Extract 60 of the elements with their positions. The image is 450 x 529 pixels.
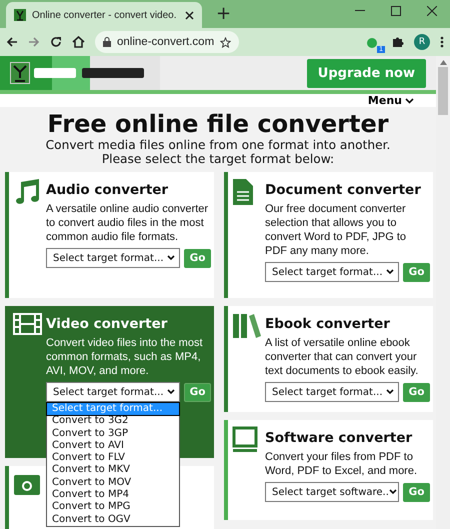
card-title: Video converter (46, 316, 168, 332)
format-select[interactable]: Select target format... (265, 382, 399, 402)
minimize-icon[interactable] (355, 10, 365, 12)
dropdown-option[interactable]: Convert to MP4 (47, 489, 179, 502)
dropdown-option[interactable]: Convert to MKV (47, 464, 179, 477)
lock-icon (103, 37, 111, 47)
profile-avatar[interactable]: R (414, 34, 430, 50)
dropdown-option[interactable]: Convert to FLV (47, 452, 179, 464)
card-title: Document converter (265, 182, 422, 198)
card-description: Convert your files from PDF to Word, PDF to Excel, and more. (265, 450, 418, 478)
page-title: Free online file converter (46, 110, 390, 138)
page-subtitle: Please select the target format below: (100, 152, 336, 166)
format-select[interactable]: Select target format... (265, 262, 399, 282)
format-select[interactable]: Select target format... (46, 248, 180, 268)
dropdown-option[interactable]: Convert to OGV (47, 514, 179, 526)
chevron-down-icon (167, 255, 175, 261)
camera-icon (13, 472, 41, 496)
scrollbar-thumb[interactable] (438, 67, 448, 115)
browser-tab[interactable]: Online converter - convert video. (6, 2, 202, 28)
scroll-up-arrow-icon[interactable] (440, 60, 446, 65)
format-select[interactable]: Select target software.. (265, 482, 399, 502)
new-tab-button[interactable]: + (216, 3, 232, 24)
computer-icon (232, 426, 258, 454)
card-description: A versatile online audio converter to convert audio files in the most common audio file formats. (46, 202, 210, 244)
dropdown-option[interactable]: Convert to AVI (47, 440, 179, 452)
dropdown-option[interactable]: Convert to MPG (47, 501, 179, 514)
card-description: A list of versatile online ebook converter that can convert your text documents to ebook easily. (265, 336, 420, 378)
card-title: Audio converter (46, 182, 170, 198)
dropdown-option[interactable]: Convert to 3GP (47, 428, 179, 440)
dropdown-option[interactable]: Convert to MOV (47, 476, 179, 490)
document-icon (232, 178, 254, 206)
chevron-down-icon (386, 389, 394, 395)
site-favicon-icon (14, 9, 26, 21)
film-strip-icon (13, 312, 42, 336)
reload-icon[interactable] (50, 36, 62, 48)
more-menu-icon[interactable] (440, 36, 444, 48)
chevron-down-icon (386, 269, 394, 275)
page-subtitle: Convert media files online from one format into another. (44, 138, 392, 152)
forward-arrow-icon[interactable] (28, 36, 40, 48)
format-select[interactable]: Select target format... (46, 382, 180, 402)
address-bar[interactable]: online-convert.com (95, 31, 240, 53)
puzzle-icon[interactable] (392, 36, 404, 48)
close-icon[interactable] (427, 6, 437, 16)
card-description: Convert video files into the most common formats, such as MP4, AVI, MOV, and more. (46, 336, 204, 378)
card-title: Software converter (265, 430, 414, 446)
star-icon[interactable] (220, 36, 232, 48)
menu-button[interactable]: Menu (368, 94, 414, 107)
maximize-icon[interactable] (391, 6, 401, 16)
card-title: Ebook converter (265, 316, 391, 332)
scrollbar[interactable] (436, 56, 450, 529)
card-description: Our free document converter selection that allows you to convert Word to PDF, JPG to PDF any many more. (265, 202, 408, 258)
chevron-down-icon (388, 489, 397, 495)
chevron-down-icon (405, 98, 414, 104)
home-icon[interactable] (72, 36, 85, 48)
chevron-down-icon (167, 389, 175, 395)
close-icon[interactable] (185, 10, 194, 20)
site-logo[interactable] (0, 56, 160, 90)
books-icon (232, 312, 262, 340)
back-arrow-icon[interactable] (6, 36, 18, 48)
music-note-icon (13, 178, 41, 206)
